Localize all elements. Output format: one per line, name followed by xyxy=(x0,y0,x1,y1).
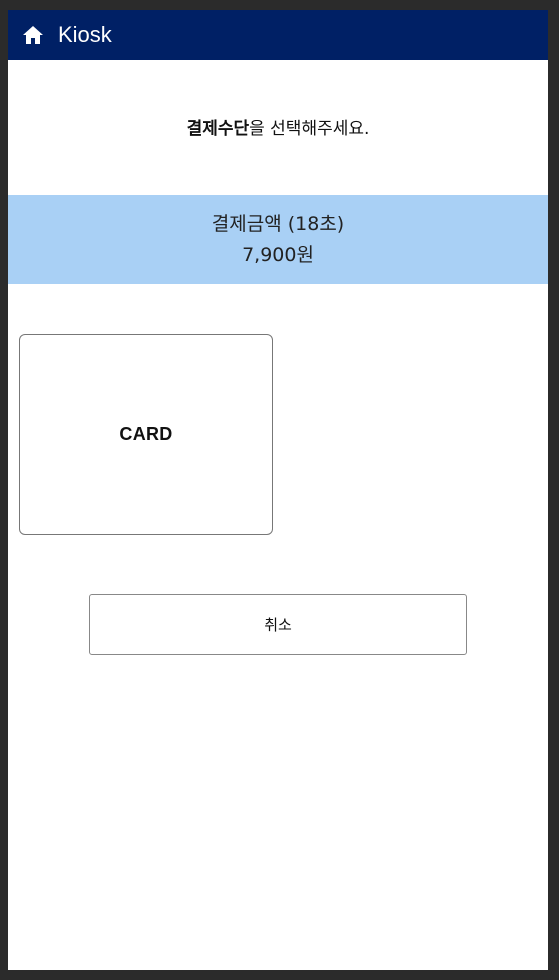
app-header: Kiosk xyxy=(8,10,548,60)
card-payment-label: CARD xyxy=(119,424,173,444)
kiosk-screen: Kiosk 결제수단을 선택해주세요. 결제금액 (18초) 7,900원 CA… xyxy=(8,10,548,970)
cancel-label: 취소 xyxy=(264,616,292,634)
app-title: Kiosk xyxy=(58,22,112,47)
payment-amount-value: 7,900원 xyxy=(242,244,314,266)
home-icon[interactable] xyxy=(22,25,44,45)
cancel-button[interactable]: 취소 xyxy=(89,594,467,655)
instruction-text: 결제수단을 선택해주세요. xyxy=(8,114,548,139)
instruction-emphasis: 결제수단 xyxy=(186,119,250,139)
payment-amount-label: 결제금액 (18초) xyxy=(211,213,345,235)
instruction-rest: 을 선택해주세요. xyxy=(249,119,370,139)
card-payment-button[interactable]: CARD xyxy=(19,334,273,535)
payment-amount-panel: 결제금액 (18초) 7,900원 xyxy=(8,195,548,284)
